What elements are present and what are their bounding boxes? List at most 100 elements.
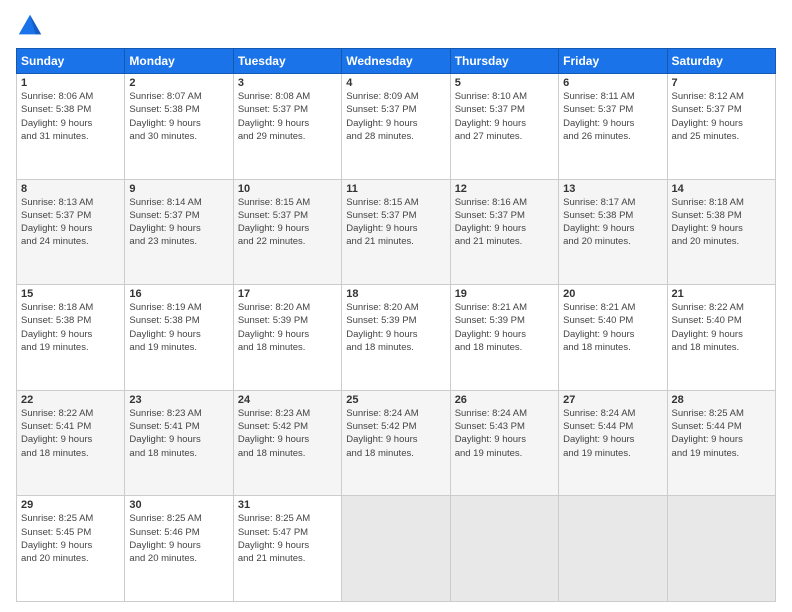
- calendar-cell: 20Sunrise: 8:21 AM Sunset: 5:40 PM Dayli…: [559, 285, 667, 391]
- day-info: Sunrise: 8:23 AM Sunset: 5:42 PM Dayligh…: [238, 407, 337, 460]
- day-info: Sunrise: 8:24 AM Sunset: 5:42 PM Dayligh…: [346, 407, 445, 460]
- calendar-cell: 15Sunrise: 8:18 AM Sunset: 5:38 PM Dayli…: [17, 285, 125, 391]
- day-info: Sunrise: 8:14 AM Sunset: 5:37 PM Dayligh…: [129, 196, 228, 249]
- calendar-cell: 24Sunrise: 8:23 AM Sunset: 5:42 PM Dayli…: [233, 390, 341, 496]
- day-info: Sunrise: 8:16 AM Sunset: 5:37 PM Dayligh…: [455, 196, 554, 249]
- calendar-cell: 7Sunrise: 8:12 AM Sunset: 5:37 PM Daylig…: [667, 74, 775, 180]
- calendar-cell: 13Sunrise: 8:17 AM Sunset: 5:38 PM Dayli…: [559, 179, 667, 285]
- calendar-cell: 11Sunrise: 8:15 AM Sunset: 5:37 PM Dayli…: [342, 179, 450, 285]
- column-header-thursday: Thursday: [450, 49, 558, 74]
- day-number: 16: [129, 288, 228, 300]
- day-number: 3: [238, 77, 337, 89]
- calendar-cell: [667, 496, 775, 602]
- day-info: Sunrise: 8:25 AM Sunset: 5:46 PM Dayligh…: [129, 512, 228, 565]
- day-number: 31: [238, 499, 337, 511]
- day-info: Sunrise: 8:08 AM Sunset: 5:37 PM Dayligh…: [238, 90, 337, 143]
- calendar-cell: 9Sunrise: 8:14 AM Sunset: 5:37 PM Daylig…: [125, 179, 233, 285]
- day-number: 20: [563, 288, 662, 300]
- day-number: 9: [129, 183, 228, 195]
- day-number: 27: [563, 394, 662, 406]
- column-header-sunday: Sunday: [17, 49, 125, 74]
- week-row-4: 22Sunrise: 8:22 AM Sunset: 5:41 PM Dayli…: [17, 390, 776, 496]
- day-info: Sunrise: 8:18 AM Sunset: 5:38 PM Dayligh…: [21, 301, 120, 354]
- calendar-cell: 10Sunrise: 8:15 AM Sunset: 5:37 PM Dayli…: [233, 179, 341, 285]
- day-number: 21: [672, 288, 771, 300]
- calendar-cell: 5Sunrise: 8:10 AM Sunset: 5:37 PM Daylig…: [450, 74, 558, 180]
- day-number: 22: [21, 394, 120, 406]
- day-info: Sunrise: 8:23 AM Sunset: 5:41 PM Dayligh…: [129, 407, 228, 460]
- week-row-5: 29Sunrise: 8:25 AM Sunset: 5:45 PM Dayli…: [17, 496, 776, 602]
- page-header: [16, 12, 776, 40]
- day-info: Sunrise: 8:20 AM Sunset: 5:39 PM Dayligh…: [238, 301, 337, 354]
- calendar-cell: 31Sunrise: 8:25 AM Sunset: 5:47 PM Dayli…: [233, 496, 341, 602]
- day-info: Sunrise: 8:12 AM Sunset: 5:37 PM Dayligh…: [672, 90, 771, 143]
- calendar-cell: 26Sunrise: 8:24 AM Sunset: 5:43 PM Dayli…: [450, 390, 558, 496]
- calendar-cell: 12Sunrise: 8:16 AM Sunset: 5:37 PM Dayli…: [450, 179, 558, 285]
- day-number: 19: [455, 288, 554, 300]
- calendar-cell: [450, 496, 558, 602]
- day-info: Sunrise: 8:21 AM Sunset: 5:40 PM Dayligh…: [563, 301, 662, 354]
- calendar-cell: 6Sunrise: 8:11 AM Sunset: 5:37 PM Daylig…: [559, 74, 667, 180]
- calendar-cell: 21Sunrise: 8:22 AM Sunset: 5:40 PM Dayli…: [667, 285, 775, 391]
- day-info: Sunrise: 8:07 AM Sunset: 5:38 PM Dayligh…: [129, 90, 228, 143]
- calendar-cell: 19Sunrise: 8:21 AM Sunset: 5:39 PM Dayli…: [450, 285, 558, 391]
- calendar-cell: 3Sunrise: 8:08 AM Sunset: 5:37 PM Daylig…: [233, 74, 341, 180]
- day-info: Sunrise: 8:13 AM Sunset: 5:37 PM Dayligh…: [21, 196, 120, 249]
- day-number: 29: [21, 499, 120, 511]
- day-info: Sunrise: 8:25 AM Sunset: 5:44 PM Dayligh…: [672, 407, 771, 460]
- calendar-table: SundayMondayTuesdayWednesdayThursdayFrid…: [16, 48, 776, 602]
- calendar-cell: 22Sunrise: 8:22 AM Sunset: 5:41 PM Dayli…: [17, 390, 125, 496]
- calendar-cell: 27Sunrise: 8:24 AM Sunset: 5:44 PM Dayli…: [559, 390, 667, 496]
- calendar-cell: [342, 496, 450, 602]
- calendar-cell: [559, 496, 667, 602]
- day-number: 5: [455, 77, 554, 89]
- day-info: Sunrise: 8:24 AM Sunset: 5:44 PM Dayligh…: [563, 407, 662, 460]
- week-row-1: 1Sunrise: 8:06 AM Sunset: 5:38 PM Daylig…: [17, 74, 776, 180]
- column-header-monday: Monday: [125, 49, 233, 74]
- day-info: Sunrise: 8:24 AM Sunset: 5:43 PM Dayligh…: [455, 407, 554, 460]
- day-number: 18: [346, 288, 445, 300]
- calendar-cell: 18Sunrise: 8:20 AM Sunset: 5:39 PM Dayli…: [342, 285, 450, 391]
- day-number: 25: [346, 394, 445, 406]
- day-info: Sunrise: 8:17 AM Sunset: 5:38 PM Dayligh…: [563, 196, 662, 249]
- day-number: 23: [129, 394, 228, 406]
- day-info: Sunrise: 8:15 AM Sunset: 5:37 PM Dayligh…: [238, 196, 337, 249]
- column-header-friday: Friday: [559, 49, 667, 74]
- logo: [16, 12, 48, 40]
- day-info: Sunrise: 8:18 AM Sunset: 5:38 PM Dayligh…: [672, 196, 771, 249]
- day-number: 28: [672, 394, 771, 406]
- day-info: Sunrise: 8:06 AM Sunset: 5:38 PM Dayligh…: [21, 90, 120, 143]
- calendar-cell: 23Sunrise: 8:23 AM Sunset: 5:41 PM Dayli…: [125, 390, 233, 496]
- day-number: 17: [238, 288, 337, 300]
- day-number: 8: [21, 183, 120, 195]
- day-info: Sunrise: 8:09 AM Sunset: 5:37 PM Dayligh…: [346, 90, 445, 143]
- day-number: 14: [672, 183, 771, 195]
- day-number: 12: [455, 183, 554, 195]
- column-header-tuesday: Tuesday: [233, 49, 341, 74]
- calendar-cell: 29Sunrise: 8:25 AM Sunset: 5:45 PM Dayli…: [17, 496, 125, 602]
- calendar-cell: 4Sunrise: 8:09 AM Sunset: 5:37 PM Daylig…: [342, 74, 450, 180]
- day-number: 10: [238, 183, 337, 195]
- calendar-cell: 17Sunrise: 8:20 AM Sunset: 5:39 PM Dayli…: [233, 285, 341, 391]
- day-number: 4: [346, 77, 445, 89]
- day-info: Sunrise: 8:20 AM Sunset: 5:39 PM Dayligh…: [346, 301, 445, 354]
- logo-icon: [16, 12, 44, 40]
- day-info: Sunrise: 8:15 AM Sunset: 5:37 PM Dayligh…: [346, 196, 445, 249]
- day-number: 11: [346, 183, 445, 195]
- day-number: 2: [129, 77, 228, 89]
- day-number: 13: [563, 183, 662, 195]
- calendar-cell: 8Sunrise: 8:13 AM Sunset: 5:37 PM Daylig…: [17, 179, 125, 285]
- day-info: Sunrise: 8:19 AM Sunset: 5:38 PM Dayligh…: [129, 301, 228, 354]
- calendar-cell: 25Sunrise: 8:24 AM Sunset: 5:42 PM Dayli…: [342, 390, 450, 496]
- calendar-cell: 28Sunrise: 8:25 AM Sunset: 5:44 PM Dayli…: [667, 390, 775, 496]
- calendar-cell: 30Sunrise: 8:25 AM Sunset: 5:46 PM Dayli…: [125, 496, 233, 602]
- calendar-cell: 1Sunrise: 8:06 AM Sunset: 5:38 PM Daylig…: [17, 74, 125, 180]
- calendar-header-row: SundayMondayTuesdayWednesdayThursdayFrid…: [17, 49, 776, 74]
- day-info: Sunrise: 8:10 AM Sunset: 5:37 PM Dayligh…: [455, 90, 554, 143]
- column-header-saturday: Saturday: [667, 49, 775, 74]
- day-number: 24: [238, 394, 337, 406]
- day-number: 6: [563, 77, 662, 89]
- calendar-cell: 16Sunrise: 8:19 AM Sunset: 5:38 PM Dayli…: [125, 285, 233, 391]
- day-number: 30: [129, 499, 228, 511]
- column-header-wednesday: Wednesday: [342, 49, 450, 74]
